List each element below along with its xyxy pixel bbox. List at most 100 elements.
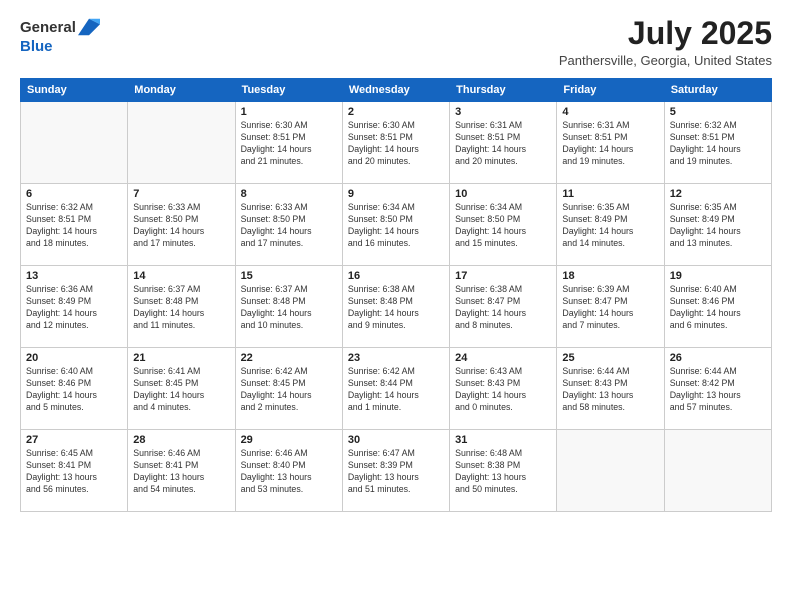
day-detail: Sunrise: 6:43 AM Sunset: 8:43 PM Dayligh… [455, 366, 551, 414]
day-number: 29 [241, 434, 337, 446]
calendar-cell: 25Sunrise: 6:44 AM Sunset: 8:43 PM Dayli… [557, 348, 664, 430]
calendar-cell [128, 102, 235, 184]
calendar-cell: 23Sunrise: 6:42 AM Sunset: 8:44 PM Dayli… [342, 348, 449, 430]
day-detail: Sunrise: 6:31 AM Sunset: 8:51 PM Dayligh… [562, 120, 658, 168]
day-detail: Sunrise: 6:38 AM Sunset: 8:48 PM Dayligh… [348, 284, 444, 332]
day-number: 24 [455, 352, 551, 364]
day-detail: Sunrise: 6:46 AM Sunset: 8:40 PM Dayligh… [241, 448, 337, 496]
col-wednesday: Wednesday [342, 79, 449, 102]
calendar-cell: 24 Sunrise: 6:43 AM Sunset: 8:43 PM Dayli… [450, 348, 557, 430]
calendar-table: Sunday Monday Tuesday Wednesday Thursday… [20, 78, 772, 512]
day-number: 19 [670, 270, 766, 282]
calendar-cell: 4Sunrise: 6:31 AM Sunset: 8:51 PM Daylig… [557, 102, 664, 184]
calendar-cell: 9 Sunrise: 6:34 AM Sunset: 8:50 PM Daylig… [342, 184, 449, 266]
day-number: 5 [670, 106, 766, 118]
calendar-week-5: 27 Sunrise: 6:45 AM Sunset: 8:41 PM Dayli… [21, 430, 772, 512]
calendar-cell: 22 Sunrise: 6:42 AM Sunset: 8:45 PM Dayli… [235, 348, 342, 430]
day-number: 11 [562, 188, 658, 200]
day-number: 17 [455, 270, 551, 282]
calendar-cell [557, 430, 664, 512]
day-number: 20 [26, 352, 122, 364]
day-number: 16 [348, 270, 444, 282]
header: General Blue July 2025 Panthersville, Ge… [20, 16, 772, 68]
calendar-cell: 1Sunrise: 6:30 AM Sunset: 8:51 PM Daylig… [235, 102, 342, 184]
day-detail: Sunrise: 6:31 AM Sunset: 8:51 PM Dayligh… [455, 120, 551, 168]
day-number: 8 [241, 188, 337, 200]
calendar-cell: 10 Sunrise: 6:34 AM Sunset: 8:50 PM Dayli… [450, 184, 557, 266]
calendar-cell: 14 Sunrise: 6:37 AM Sunset: 8:48 PM Dayli… [128, 266, 235, 348]
col-tuesday: Tuesday [235, 79, 342, 102]
day-number: 28 [133, 434, 229, 446]
calendar-week-1: 1 Sunrise: 6:30 AM Sunset: 8:51 PM Daylig… [21, 102, 772, 184]
calendar-cell: 3 Sunrise: 6:31 AM Sunset: 8:51 PM Daylig… [450, 102, 557, 184]
day-detail: Sunrise: 6:38 AM Sunset: 8:47 PM Dayligh… [455, 284, 551, 332]
day-number: 3 [455, 106, 551, 118]
day-detail: Sunrise: 6:41 AM Sunset: 8:45 PM Dayligh… [133, 366, 229, 414]
logo-blue: Blue [20, 38, 53, 55]
title-block: July 2025 Panthersville, Georgia, United… [559, 16, 772, 68]
day-detail: Sunrise: 6:39 AM Sunset: 8:47 PM Dayligh… [562, 284, 658, 332]
calendar-week-4: 20 Sunrise: 6:40 AM Sunset: 8:46 PM Dayli… [21, 348, 772, 430]
day-detail: Sunrise: 6:33 AM Sunset: 8:50 PM Dayligh… [241, 202, 337, 250]
logo-icon [78, 16, 100, 38]
day-number: 27 [26, 434, 122, 446]
day-number: 13 [26, 270, 122, 282]
day-number: 9 [348, 188, 444, 200]
day-number: 10 [455, 188, 551, 200]
calendar-cell: 13 Sunrise: 6:36 AM Sunset: 8:49 PM Dayli… [21, 266, 128, 348]
day-number: 31 [455, 434, 551, 446]
calendar-cell: 21 Sunrise: 6:41 AM Sunset: 8:45 PM Dayli… [128, 348, 235, 430]
calendar-cell: 12Sunrise: 6:35 AM Sunset: 8:49 PM Dayli… [664, 184, 771, 266]
calendar-cell: 11 Sunrise: 6:35 AM Sunset: 8:49 PM Dayli… [557, 184, 664, 266]
day-detail: Sunrise: 6:47 AM Sunset: 8:39 PM Dayligh… [348, 448, 444, 496]
day-detail: Sunrise: 6:46 AM Sunset: 8:41 PM Dayligh… [133, 448, 229, 496]
col-friday: Friday [557, 79, 664, 102]
col-monday: Monday [128, 79, 235, 102]
calendar-week-3: 13 Sunrise: 6:36 AM Sunset: 8:49 PM Dayli… [21, 266, 772, 348]
calendar-cell: 18 Sunrise: 6:39 AM Sunset: 8:47 PM Dayli… [557, 266, 664, 348]
day-detail: Sunrise: 6:35 AM Sunset: 8:49 PM Dayligh… [562, 202, 658, 250]
calendar-cell: 17 Sunrise: 6:38 AM Sunset: 8:47 PM Dayli… [450, 266, 557, 348]
logo: General Blue [20, 16, 100, 56]
calendar-cell: 27 Sunrise: 6:45 AM Sunset: 8:41 PM Dayli… [21, 430, 128, 512]
day-detail: Sunrise: 6:30 AM Sunset: 8:51 PM Dayligh… [348, 120, 444, 168]
page: General Blue July 2025 Panthersville, Ge… [0, 0, 792, 612]
col-thursday: Thursday [450, 79, 557, 102]
day-number: 1 [241, 106, 337, 118]
day-number: 18 [562, 270, 658, 282]
day-detail: Sunrise: 6:44 AM Sunset: 8:42 PM Dayligh… [670, 366, 766, 414]
day-detail: Sunrise: 6:37 AM Sunset: 8:48 PM Dayligh… [241, 284, 337, 332]
calendar-cell: 6Sunrise: 6:32 AM Sunset: 8:51 PM Daylig… [21, 184, 128, 266]
calendar-cell: 2 Sunrise: 6:30 AM Sunset: 8:51 PM Daylig… [342, 102, 449, 184]
calendar-cell: 19 Sunrise: 6:40 AM Sunset: 8:46 PM Dayli… [664, 266, 771, 348]
day-detail: Sunrise: 6:40 AM Sunset: 8:46 PM Dayligh… [26, 366, 122, 414]
day-number: 14 [133, 270, 229, 282]
calendar-cell: 26Sunrise: 6:44 AM Sunset: 8:42 PM Dayli… [664, 348, 771, 430]
day-detail: Sunrise: 6:32 AM Sunset: 8:51 PM Dayligh… [670, 120, 766, 168]
calendar-cell: 5 Sunrise: 6:32 AM Sunset: 8:51 PM Daylig… [664, 102, 771, 184]
day-number: 21 [133, 352, 229, 364]
day-detail: Sunrise: 6:32 AM Sunset: 8:51 PM Dayligh… [26, 202, 122, 250]
day-detail: Sunrise: 6:45 AM Sunset: 8:41 PM Dayligh… [26, 448, 122, 496]
calendar-cell: 31Sunrise: 6:48 AM Sunset: 8:38 PM Dayli… [450, 430, 557, 512]
day-number: 7 [133, 188, 229, 200]
col-sunday: Sunday [21, 79, 128, 102]
day-number: 22 [241, 352, 337, 364]
day-detail: Sunrise: 6:40 AM Sunset: 8:46 PM Dayligh… [670, 284, 766, 332]
calendar-cell: 15Sunrise: 6:37 AM Sunset: 8:48 PM Dayli… [235, 266, 342, 348]
day-number: 12 [670, 188, 766, 200]
calendar-week-2: 6Sunrise: 6:32 AM Sunset: 8:51 PM Daylig… [21, 184, 772, 266]
day-detail: Sunrise: 6:37 AM Sunset: 8:48 PM Dayligh… [133, 284, 229, 332]
calendar-cell: 7 Sunrise: 6:33 AM Sunset: 8:50 PM Daylig… [128, 184, 235, 266]
day-detail: Sunrise: 6:36 AM Sunset: 8:49 PM Dayligh… [26, 284, 122, 332]
day-detail: Sunrise: 6:42 AM Sunset: 8:44 PM Dayligh… [348, 366, 444, 414]
day-detail: Sunrise: 6:34 AM Sunset: 8:50 PM Dayligh… [455, 202, 551, 250]
calendar-cell: 30Sunrise: 6:47 AM Sunset: 8:39 PM Dayli… [342, 430, 449, 512]
day-detail: Sunrise: 6:42 AM Sunset: 8:45 PM Dayligh… [241, 366, 337, 414]
calendar-cell: 8 Sunrise: 6:33 AM Sunset: 8:50 PM Daylig… [235, 184, 342, 266]
day-detail: Sunrise: 6:33 AM Sunset: 8:50 PM Dayligh… [133, 202, 229, 250]
day-detail: Sunrise: 6:34 AM Sunset: 8:50 PM Dayligh… [348, 202, 444, 250]
main-title: July 2025 [559, 16, 772, 51]
logo-general: General [20, 19, 76, 36]
day-number: 2 [348, 106, 444, 118]
